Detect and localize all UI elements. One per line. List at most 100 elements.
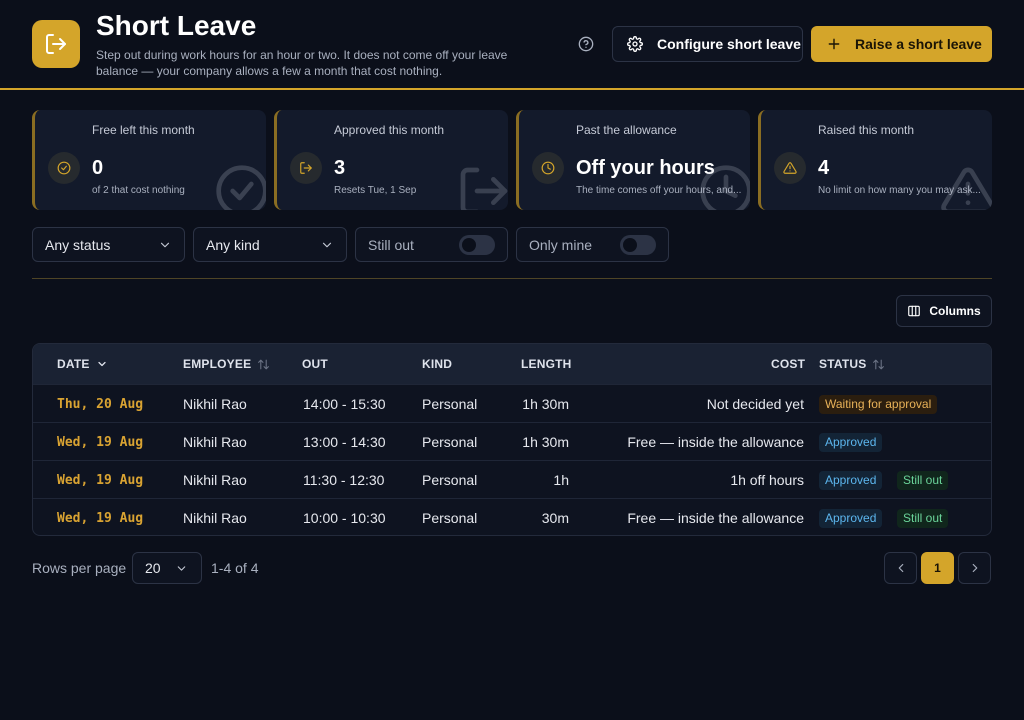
log-out-icon — [32, 20, 80, 68]
only-mine-toggle[interactable] — [620, 234, 656, 255]
row-cost: Free — inside the allowance — [627, 434, 804, 450]
table-row[interactable]: Wed, 19 Aug Nikhil Rao 11:30 - 12:30 Per… — [33, 460, 991, 498]
page-title: Short Leave — [96, 10, 257, 41]
check-circle-watermark-icon — [214, 163, 266, 210]
kind-filter-select[interactable]: Any kind — [193, 227, 347, 262]
card-value: 4 — [818, 157, 830, 179]
rows-per-page-value: 20 — [145, 560, 161, 576]
still-out-toggle[interactable] — [459, 234, 495, 255]
page-button-current[interactable]: 1 — [921, 552, 954, 584]
row-employee: Nikhil Rao — [183, 472, 247, 488]
table-row[interactable]: Wed, 19 Aug Nikhil Rao 13:00 - 14:30 Per… — [33, 422, 991, 460]
still-out-badge: Still out — [897, 509, 949, 528]
row-out: 13:00 - 14:30 — [303, 434, 386, 450]
columns-icon — [908, 305, 921, 317]
columns-label: Columns — [929, 304, 981, 318]
status-badge: Approved — [819, 471, 883, 490]
row-date: Thu, 20 Aug — [57, 397, 144, 412]
column-header-length: LENGTH — [521, 357, 572, 371]
page-header: Short Leave Step out during work hours f… — [0, 0, 1024, 90]
column-header-status[interactable]: STATUS — [819, 357, 885, 371]
row-out: 11:30 - 12:30 — [303, 472, 385, 488]
next-page-button[interactable] — [958, 552, 991, 584]
table-header: DATE EMPLOYEE OUT KIND LENGTH COST STATU… — [33, 344, 991, 384]
stat-card-past-allowance: Past the allowance Off your hours The ti… — [516, 110, 750, 210]
still-out-label: Still out — [368, 236, 414, 253]
chevron-down-icon — [177, 565, 185, 571]
row-kind: Personal — [422, 396, 478, 412]
table-row[interactable]: Wed, 19 Aug Nikhil Rao 10:00 - 10:30 Per… — [33, 498, 991, 535]
check-circle-icon — [48, 152, 80, 184]
still-out-filter[interactable]: Still out — [355, 227, 508, 262]
row-employee: Nikhil Rao — [183, 396, 247, 412]
status-filter-value: Any status — [45, 236, 111, 253]
chevron-down-icon — [160, 242, 170, 247]
log-out-icon — [290, 152, 322, 184]
card-label: Past the allowance — [576, 123, 677, 137]
column-header-cost: COST — [771, 357, 806, 371]
row-kind: Personal — [422, 472, 478, 488]
gear-icon — [627, 36, 643, 52]
row-length: 1h 30m — [522, 434, 569, 450]
short-leave-table: DATE EMPLOYEE OUT KIND LENGTH COST STATU… — [32, 343, 992, 536]
only-mine-label: Only mine — [529, 236, 593, 253]
row-kind: Personal — [422, 510, 478, 526]
card-value: 3 — [334, 157, 346, 179]
chevron-down-icon — [97, 361, 106, 367]
alert-triangle-watermark-icon — [940, 163, 992, 210]
card-label: Free left this month — [92, 123, 195, 137]
row-length: 1h — [553, 472, 569, 488]
row-out: 14:00 - 15:30 — [303, 396, 386, 412]
row-cost: 1h off hours — [730, 472, 804, 488]
kind-filter-value: Any kind — [206, 236, 260, 253]
card-label: Raised this month — [818, 123, 915, 137]
chevron-down-icon — [322, 242, 332, 247]
row-date: Wed, 19 Aug — [57, 473, 144, 488]
row-out: 10:00 - 10:30 — [303, 510, 386, 526]
table-row[interactable]: Thu, 20 Aug Nikhil Rao 14:00 - 15:30 Per… — [33, 384, 991, 422]
clock-icon — [532, 152, 564, 184]
log-out-watermark-icon — [456, 163, 508, 210]
help-circle-icon — [578, 36, 594, 52]
row-cost: Free — inside the allowance — [627, 510, 804, 526]
row-cost: Not decided yet — [706, 396, 804, 412]
pagination-range: 1-4 of 4 — [211, 560, 259, 576]
chevron-right-icon — [972, 563, 977, 573]
row-length: 1h 30m — [522, 396, 569, 412]
clock-watermark-icon — [698, 163, 750, 210]
column-header-out: OUT — [302, 357, 328, 371]
card-value: Off your hours — [576, 157, 715, 179]
configure-short-leave-button[interactable]: Configure short leave — [612, 26, 803, 62]
previous-page-button[interactable] — [884, 552, 917, 584]
rows-per-page-select[interactable]: 20 — [132, 552, 202, 584]
chevron-left-icon — [898, 563, 903, 573]
stat-card-raised: Raised this month 4 No limit on how many… — [758, 110, 992, 210]
columns-button[interactable]: Columns — [896, 295, 992, 327]
help-button[interactable] — [576, 34, 596, 54]
column-header-employee[interactable]: EMPLOYEE — [183, 357, 270, 371]
section-divider — [32, 278, 992, 279]
row-date: Wed, 19 Aug — [57, 435, 144, 450]
row-length: 30m — [541, 510, 569, 526]
row-kind: Personal — [422, 434, 478, 450]
status-badge: Waiting for approval — [819, 395, 938, 414]
sort-icon — [873, 359, 885, 369]
status-badge: Approved — [819, 433, 883, 452]
configure-label: Configure short leave — [657, 36, 801, 52]
still-out-badge: Still out — [897, 471, 949, 490]
card-value: 0 — [92, 157, 104, 179]
raise-short-leave-button[interactable]: Raise a short leave — [811, 26, 992, 62]
raise-label: Raise a short leave — [855, 36, 982, 52]
column-header-kind: KIND — [422, 357, 453, 371]
sort-icon — [258, 359, 270, 369]
alert-triangle-icon — [774, 152, 806, 184]
card-label: Approved this month — [334, 123, 445, 137]
stat-card-free-left: Free left this month 0 of 2 that cost no… — [32, 110, 266, 210]
column-header-date[interactable]: DATE — [57, 357, 108, 371]
row-employee: Nikhil Rao — [183, 434, 247, 450]
plus-icon — [828, 38, 840, 50]
only-mine-filter[interactable]: Only mine — [516, 227, 669, 262]
status-badge: Approved — [819, 509, 883, 528]
status-filter-select[interactable]: Any status — [32, 227, 185, 262]
row-employee: Nikhil Rao — [183, 510, 247, 526]
